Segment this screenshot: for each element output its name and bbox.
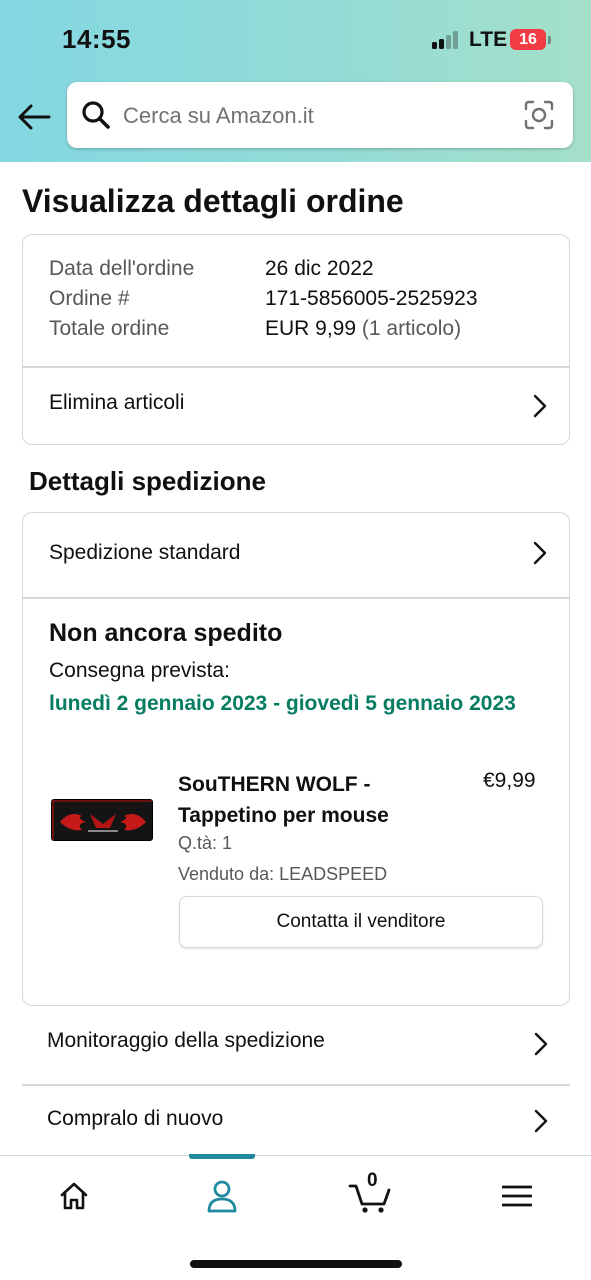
top-header: 14:55 LTE 16 xyxy=(0,0,591,162)
product-image[interactable] xyxy=(51,799,153,841)
home-indicator xyxy=(190,1260,402,1268)
magnifier-icon xyxy=(82,101,110,129)
track-shipment-label: Monitoraggio della spedizione xyxy=(47,1029,325,1052)
nav-menu[interactable] xyxy=(482,1156,552,1236)
mousepad-wolf-graphic xyxy=(52,800,152,840)
account-icon xyxy=(207,1180,237,1213)
order-number-label: Ordine # xyxy=(49,287,130,310)
camera-scan-icon xyxy=(524,100,554,130)
nav-cart[interactable]: 0 xyxy=(335,1156,405,1236)
chevron-right-icon xyxy=(533,394,547,418)
delete-items-row[interactable]: Elimina articoli xyxy=(23,367,569,445)
nav-account[interactable] xyxy=(187,1156,257,1236)
cart-count-badge: 0 xyxy=(367,1170,378,1191)
buy-again-label: Compralo di nuovo xyxy=(47,1107,224,1130)
order-number-value: 171-5856005-2525923 xyxy=(265,287,478,310)
cellular-signal-icon xyxy=(432,31,462,49)
chevron-right-icon xyxy=(534,1032,548,1056)
home-icon xyxy=(60,1182,88,1210)
order-total-label: Totale ordine xyxy=(49,317,170,340)
contact-seller-button[interactable]: Contatta il venditore xyxy=(179,896,543,948)
delete-items-label: Elimina articoli xyxy=(49,391,185,414)
delivery-estimate-dates: lunedì 2 gennaio 2023 - giovedì 5 gennai… xyxy=(49,692,516,715)
shipping-card: Spedizione standard Non ancora spedito C… xyxy=(22,512,570,1006)
track-shipment-row[interactable]: Monitoraggio della spedizione xyxy=(22,1006,570,1082)
page-title: Visualizza dettagli ordine xyxy=(22,183,404,219)
camera-scan-button[interactable] xyxy=(522,98,556,132)
status-time: 14:55 xyxy=(62,24,131,54)
order-total-value: EUR 9,99 (1 articolo) xyxy=(265,317,461,341)
menu-icon xyxy=(502,1185,532,1207)
divider xyxy=(23,597,569,599)
shipping-section-title: Dettagli spedizione xyxy=(29,466,266,496)
nav-home[interactable] xyxy=(39,1156,109,1236)
order-date-label: Data dell'ordine xyxy=(49,257,195,280)
battery-tip-icon xyxy=(548,36,551,44)
order-date-value: 26 dic 2022 xyxy=(265,257,374,280)
search-input[interactable] xyxy=(123,96,503,136)
product-name[interactable]: SouTHERN WOLF - Tappetino per mouse xyxy=(178,769,418,831)
network-type: LTE xyxy=(469,28,508,51)
product-quantity: Q.tà: 1 xyxy=(178,833,233,853)
shipping-method-row[interactable]: Spedizione standard xyxy=(23,513,569,597)
battery-level: 16 xyxy=(510,29,546,50)
chevron-right-icon xyxy=(534,1109,548,1133)
order-summary-card: Data dell'ordine 26 dic 2022 Ordine # 17… xyxy=(22,234,570,445)
chevron-right-icon xyxy=(533,541,547,565)
product-price: €9,99 xyxy=(483,769,536,792)
buy-again-row[interactable]: Compralo di nuovo xyxy=(22,1084,570,1160)
bottom-nav: 0 xyxy=(0,1154,591,1280)
delivery-estimate-label: Consegna prevista: xyxy=(49,659,230,682)
shipment-status: Non ancora spedito xyxy=(49,619,283,647)
arrow-left-icon xyxy=(18,104,51,130)
order-total-amount: EUR 9,99 xyxy=(265,317,357,340)
product-seller: Venduto da: LEADSPEED xyxy=(178,864,388,884)
order-item-count: (1 articolo) xyxy=(361,317,462,340)
shipping-method-label: Spedizione standard xyxy=(49,541,241,564)
back-button[interactable] xyxy=(14,98,54,136)
search-bar[interactable] xyxy=(67,82,573,148)
